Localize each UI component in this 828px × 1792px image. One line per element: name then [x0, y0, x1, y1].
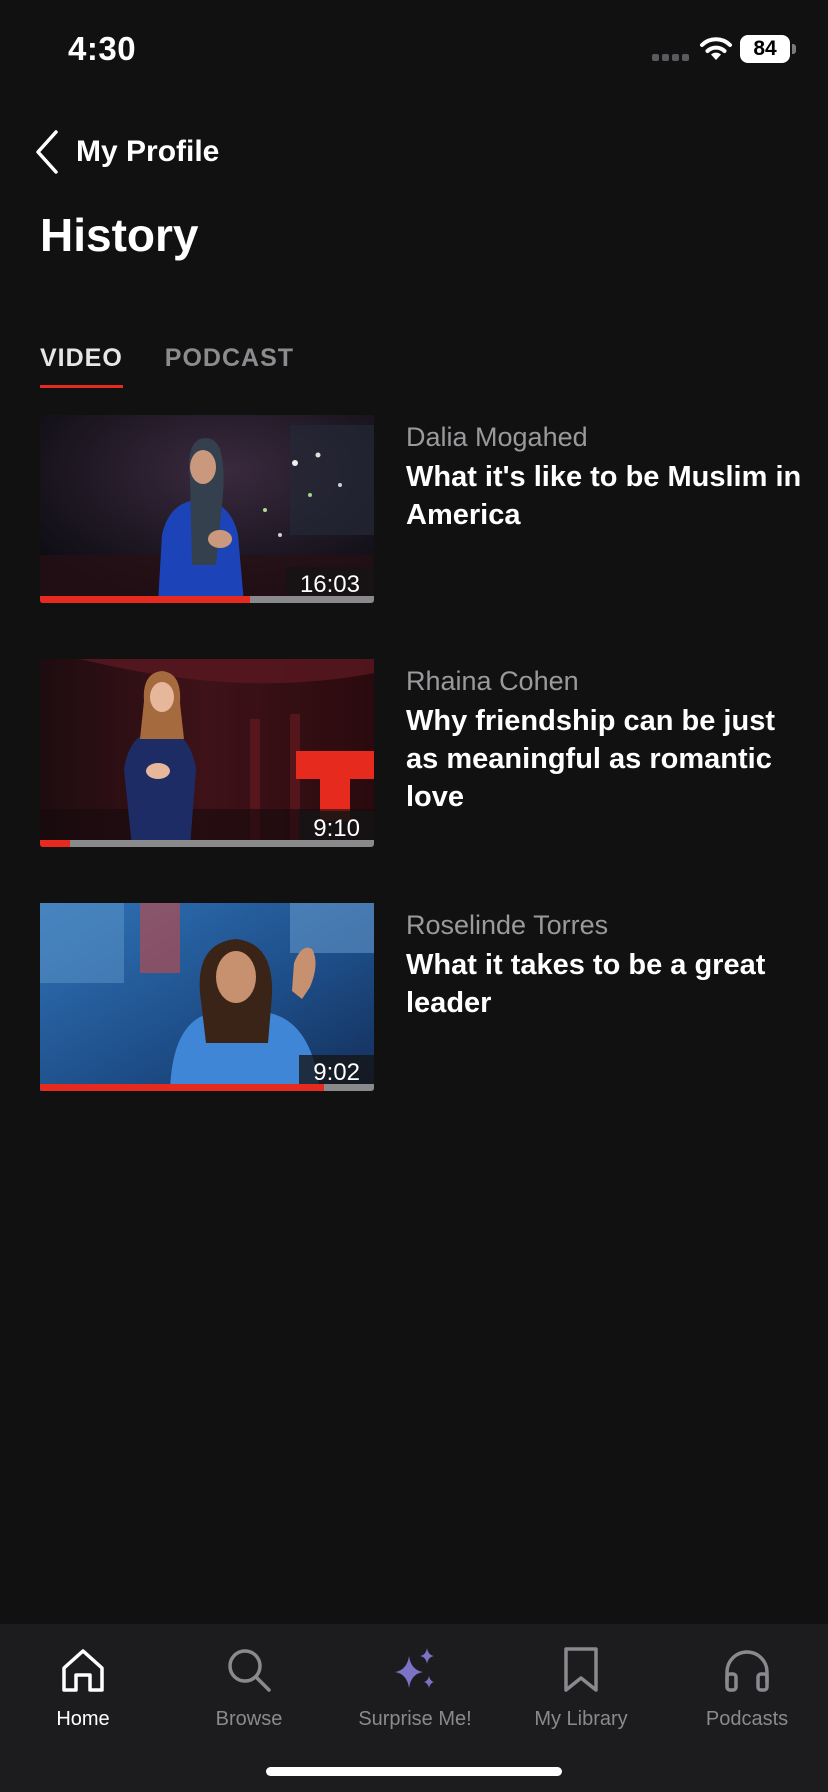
- speaker-name: Dalia Mogahed: [406, 422, 588, 452]
- tab-label: Podcasts: [705, 1708, 789, 1730]
- video-meta: Rhaina Cohen Why friendship can be just …: [406, 666, 802, 816]
- home-icon: [62, 1649, 104, 1692]
- list-item[interactable]: 9:02 Roselinde Torres What it takes to b…: [40, 903, 800, 1147]
- video-meta: Dalia Mogahed What it's like to be Musli…: [406, 422, 802, 534]
- video-thumbnail[interactable]: 9:02: [40, 903, 374, 1091]
- chevron-left-icon: [36, 130, 58, 174]
- list-item[interactable]: 9:10 Rhaina Cohen Why friendship can be …: [40, 659, 800, 903]
- watch-progress-bar: [40, 840, 374, 847]
- video-thumbnail[interactable]: 16:03: [40, 415, 374, 603]
- tab-label: Home: [56, 1708, 110, 1730]
- list-item[interactable]: 16:03 Dalia Mogahed What it's like to be…: [40, 415, 802, 659]
- cellular-signal-icon: [652, 54, 689, 61]
- tab-podcast[interactable]: PODCAST: [165, 344, 294, 388]
- status-time: 4:30: [68, 30, 137, 67]
- tab-label: My Library: [534, 1708, 628, 1730]
- history-tabs: VIDEO PODCAST: [40, 344, 294, 388]
- video-meta: Roselinde Torres What it takes to be a g…: [406, 910, 802, 1022]
- battery-cap: [792, 44, 796, 54]
- talk-title[interactable]: Why friendship can be just as meaningful…: [406, 702, 802, 816]
- tab-my-library[interactable]: My Library: [498, 1644, 664, 1731]
- back-label: My Profile: [76, 135, 220, 168]
- tab-label: Surprise Me!: [358, 1708, 472, 1730]
- bookmark-icon: [564, 1647, 598, 1692]
- tab-podcasts[interactable]: Podcasts: [664, 1644, 828, 1731]
- video-history-list: 16:03 Dalia Mogahed What it's like to be…: [40, 415, 802, 1147]
- talk-title[interactable]: What it takes to be a great leader: [406, 946, 802, 1022]
- headphones-icon: [725, 1650, 769, 1692]
- tab-label: Browse: [215, 1708, 283, 1730]
- search-icon: [228, 1649, 271, 1692]
- wifi-icon: [700, 37, 732, 60]
- back-button[interactable]: My Profile: [32, 126, 219, 178]
- page-title: History: [40, 209, 199, 261]
- talk-title[interactable]: What it's like to be Muslim in America: [406, 458, 802, 534]
- history-screen: 4:30 84 My Profile History VIDEO PODCAST: [0, 0, 828, 1792]
- speaker-name: Roselinde Torres: [406, 910, 609, 940]
- home-indicator: [266, 1767, 562, 1776]
- speaker-name: Rhaina Cohen: [406, 666, 579, 696]
- video-thumbnail[interactable]: 9:10: [40, 659, 374, 847]
- watch-progress-bar: [40, 1084, 374, 1091]
- watch-progress-bar: [40, 596, 374, 603]
- status-bar: 4:30 84: [0, 0, 828, 100]
- tab-home[interactable]: Home: [0, 1644, 166, 1731]
- watch-progress-fill: [40, 596, 251, 603]
- watch-progress-fill: [40, 840, 71, 847]
- tab-surprise-me[interactable]: Surprise Me!: [332, 1644, 498, 1731]
- watch-progress-fill: [40, 1084, 324, 1091]
- sparkle-icon: [395, 1648, 434, 1688]
- tab-browse[interactable]: Browse: [166, 1644, 332, 1731]
- tab-video[interactable]: VIDEO: [40, 344, 123, 388]
- battery-icon: 84: [740, 35, 790, 63]
